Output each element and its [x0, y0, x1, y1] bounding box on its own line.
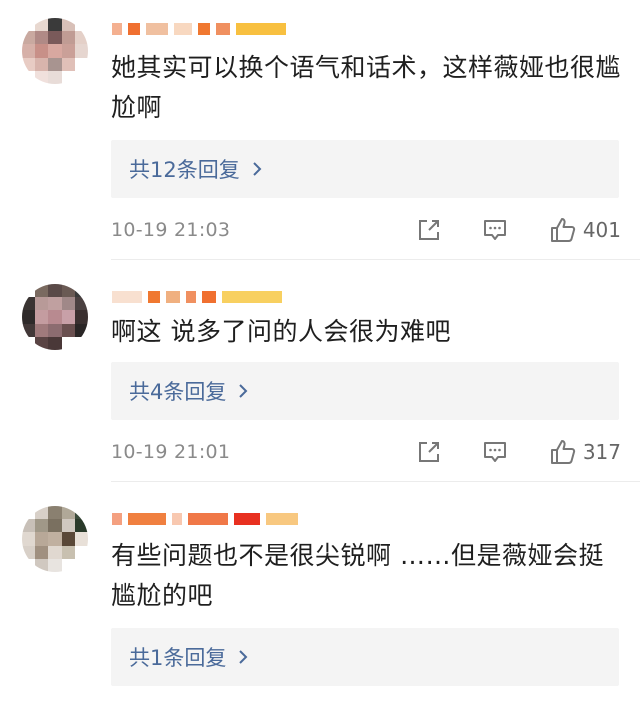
chevron-right-icon	[239, 650, 248, 664]
avatar[interactable]	[22, 506, 88, 572]
view-replies-button[interactable]: 共1条回复	[111, 628, 619, 686]
comment-text: 有些问题也不是很尖锐啊 ……但是薇娅会挺尴尬的吧	[111, 541, 604, 610]
username-redacted[interactable]	[112, 508, 352, 530]
replies-count-label: 共1条回复	[129, 646, 227, 670]
comment-item: 有些问题也不是很尖锐啊 ……但是薇娅会挺尴尬的吧 共1条回复	[0, 0, 640, 704]
